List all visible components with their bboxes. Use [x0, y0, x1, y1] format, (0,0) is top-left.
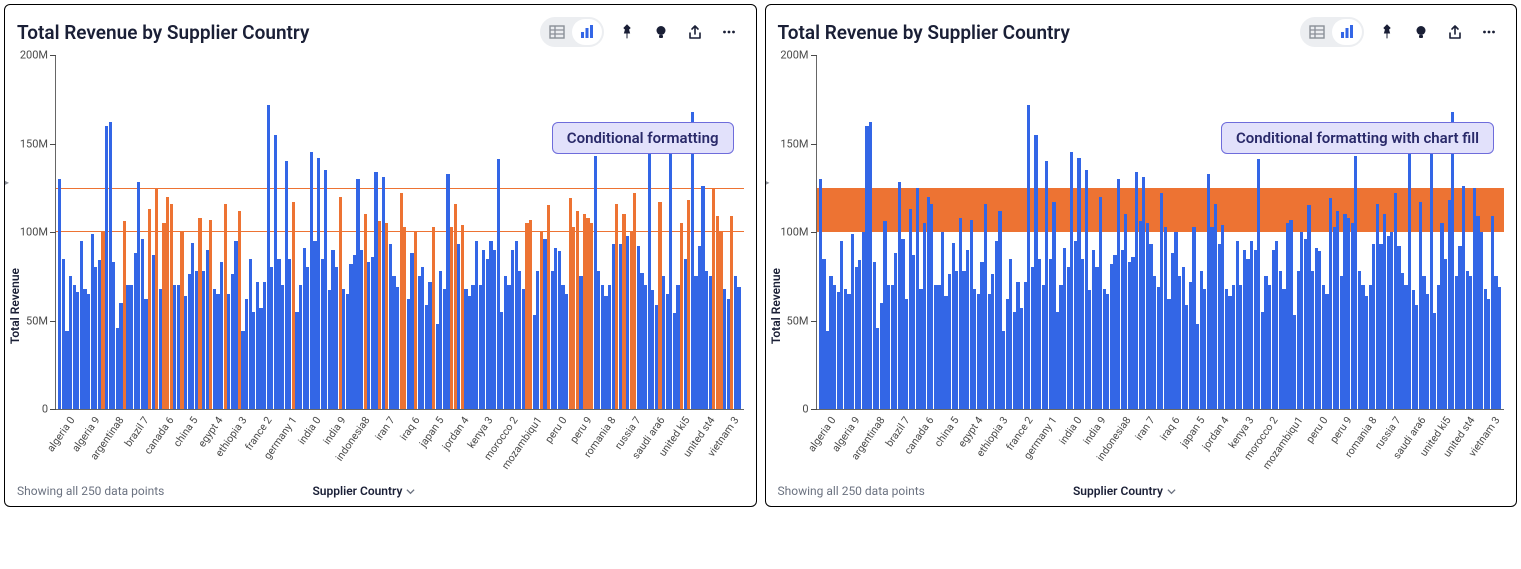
table-icon [1309, 24, 1325, 40]
lightbulb-icon [653, 24, 669, 40]
ytick-label: 100M [20, 226, 48, 239]
chart-plot[interactable]: 050M100M150M200MConditional formatting w… [816, 55, 1505, 410]
more-button[interactable] [714, 17, 744, 47]
callout-label: Conditional formatting [552, 122, 734, 154]
bar[interactable] [1498, 287, 1501, 409]
callout-label: Conditional formatting with chart fill [1221, 122, 1494, 154]
share-button[interactable] [680, 17, 710, 47]
ytick-label: 0 [42, 403, 48, 416]
yaxis-collapse-icon[interactable]: ▸ [4, 177, 9, 188]
xaxis-ticks: algeria 0algeria 9argentina8brazil 7cana… [816, 410, 1505, 480]
insight-button[interactable] [1406, 17, 1436, 47]
ytick-label: 200M [780, 49, 808, 62]
ytick-label: 150M [780, 137, 808, 150]
bar-chart-icon [1339, 24, 1355, 40]
xtick-label: peru 0 [1303, 414, 1330, 445]
xaxis-selector[interactable]: Supplier Country [312, 484, 415, 498]
lightbulb-icon [1413, 24, 1429, 40]
chart-area: Total Revenue ▸ 050M100M150M200MConditio… [17, 55, 744, 480]
bar[interactable] [737, 287, 740, 409]
view-toggle [540, 17, 604, 47]
datapoint-count: Showing all 250 data points [778, 484, 925, 498]
chevron-down-icon [1167, 487, 1176, 496]
chart-view-button[interactable] [1332, 19, 1362, 45]
more-button[interactable] [1474, 17, 1504, 47]
xtick-label: india 0 [1056, 414, 1084, 447]
share-button[interactable] [1440, 17, 1470, 47]
chart-panel-right: Total Revenue by Supplier Country [765, 4, 1518, 507]
ytick-label: 50M [787, 314, 809, 327]
ytick-label: 50M [26, 314, 48, 327]
xaxis-ticks: algeria 0algeria 9argentina8brazil 7cana… [55, 410, 744, 480]
chart-area: Total Revenue ▸ 050M100M150M200MConditio… [778, 55, 1505, 480]
insight-button[interactable] [646, 17, 676, 47]
xtick-label: peru 0 [542, 414, 569, 445]
chart-title: Total Revenue by Supplier Country [17, 21, 309, 44]
chart-toolbar [540, 17, 744, 47]
pin-button[interactable] [1372, 17, 1402, 47]
more-icon [1481, 24, 1497, 40]
chart-view-button[interactable] [572, 19, 602, 45]
more-icon [721, 24, 737, 40]
chart-footer: Showing all 250 data points Supplier Cou… [778, 480, 1505, 498]
table-view-button[interactable] [542, 19, 572, 45]
chart-plot[interactable]: 050M100M150M200MConditional formatting [55, 55, 744, 410]
chart-footer: Showing all 250 data points Supplier Cou… [17, 480, 744, 498]
table-icon [549, 24, 565, 40]
bar-chart-icon [579, 24, 595, 40]
share-icon [687, 24, 703, 40]
ytick-label: 0 [802, 403, 808, 416]
chevron-down-icon [406, 487, 415, 496]
ytick-label: 200M [20, 49, 48, 62]
chart-toolbar [1300, 17, 1504, 47]
datapoint-count: Showing all 250 data points [17, 484, 164, 498]
chart-panel-left: Total Revenue by Supplier Country [4, 4, 757, 507]
share-icon [1447, 24, 1463, 40]
xtick-label: china 5 [171, 414, 201, 449]
panel-header: Total Revenue by Supplier Country [17, 17, 744, 47]
ytick-label: 150M [20, 137, 48, 150]
xtick-label: china 5 [931, 414, 961, 449]
yaxis-collapse-icon[interactable]: ▸ [765, 177, 770, 188]
pin-icon [1379, 24, 1395, 40]
xtick-label: iran 7 [372, 414, 398, 443]
pin-icon [619, 24, 635, 40]
panel-header: Total Revenue by Supplier Country [778, 17, 1505, 47]
table-view-button[interactable] [1302, 19, 1332, 45]
pin-button[interactable] [612, 17, 642, 47]
ytick-label: 100M [780, 226, 808, 239]
chart-title: Total Revenue by Supplier Country [778, 21, 1070, 44]
view-toggle [1300, 17, 1364, 47]
xtick-label: iran 7 [1133, 414, 1159, 443]
xtick-label: india 0 [295, 414, 323, 447]
xaxis-selector[interactable]: Supplier Country [1073, 484, 1176, 498]
